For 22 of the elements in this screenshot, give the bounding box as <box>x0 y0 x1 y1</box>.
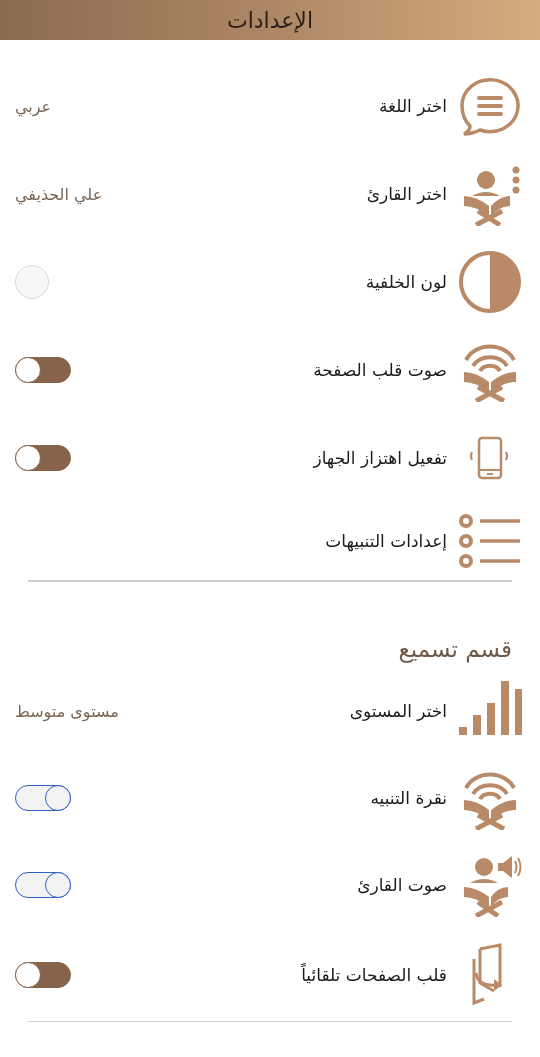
setting-label[interactable]: إعدادات التنبيهات <box>325 531 447 551</box>
setting-label[interactable]: لون الخلفية <box>365 272 447 292</box>
setting-label[interactable]: اختر المستوى <box>349 701 447 721</box>
section-heading: قسم تسميع <box>398 635 512 662</box>
setting-value: عربي <box>15 96 52 116</box>
toggle-switch[interactable] <box>15 357 71 383</box>
contrast-icon <box>458 250 522 314</box>
setting-label[interactable]: نقرة التنبيه <box>370 788 447 808</box>
toggle-switch[interactable] <box>15 872 71 898</box>
setting-label[interactable]: اختر اللغة <box>379 96 447 116</box>
setting-label[interactable]: اختر القارئ <box>366 184 447 204</box>
color-swatch[interactable] <box>15 265 49 299</box>
setting-label[interactable]: قلب الصفحات تلقائياً <box>301 964 447 985</box>
setting-label[interactable]: تفعيل اهتزاز الجهاز <box>313 448 447 468</box>
toggle-switch[interactable] <box>15 961 71 988</box>
setting-label[interactable]: صوت قلب الصفحة <box>313 360 447 380</box>
screen-title: الإعدادات <box>226 7 314 33</box>
toggle-switch[interactable] <box>15 785 71 811</box>
setting-value: علي الحذيفي <box>15 184 103 204</box>
setting-value: مستوى متوسط <box>15 701 119 721</box>
toggle-switch[interactable] <box>15 445 71 471</box>
setting-label[interactable]: صوت القارئ <box>357 875 447 895</box>
